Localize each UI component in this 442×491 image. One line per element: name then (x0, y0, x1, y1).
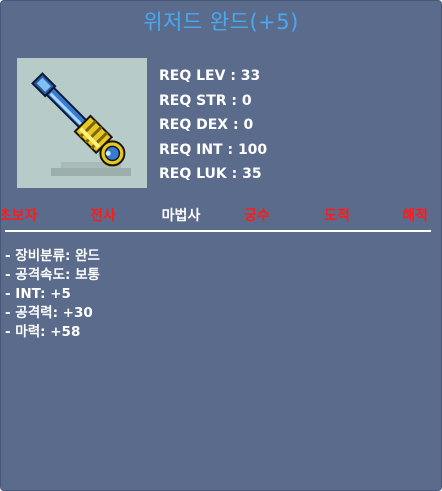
item-stats: - 장비분류: 완드 - 공격속도: 보통 - INT: +5 - 공격력: +… (5, 247, 100, 342)
wizard-wand-icon (31, 72, 131, 176)
job-list: 초보자 전사 마법사 궁수 도적 해적 (1, 205, 441, 225)
stat-attack-speed: - 공격속도: 보통 (5, 267, 100, 283)
stat-magic: - 마력: +58 (5, 324, 81, 340)
job-bowman: 궁수 (244, 208, 270, 224)
job-magician: 마법사 (161, 208, 201, 224)
job-beginner: 초보자 (0, 208, 38, 224)
item-icon-frame (17, 58, 147, 188)
req-str: REQ STR : 0 (159, 92, 252, 109)
job-warrior: 전사 (90, 208, 116, 224)
req-luk: REQ LUK : 35 (159, 166, 262, 182)
requirements-list: REQ LEV : 33 REQ STR : 0 REQ DEX : 0 REQ… (159, 64, 267, 187)
stat-category: - 장비분류: 완드 (5, 248, 100, 264)
stat-attack: - 공격력: +30 (5, 305, 93, 321)
divider (5, 230, 431, 232)
req-int: REQ INT : 100 (159, 141, 268, 158)
item-title: 위저드 완드(+5) (143, 10, 299, 34)
stat-int: - INT: +5 (5, 286, 71, 302)
req-dex: REQ DEX : 0 (159, 117, 254, 133)
job-pirate: 해적 (402, 208, 428, 224)
item-tooltip: 위저드 완드(+5) REQ LEV: 33 REQ STR: 0 REQ … (0, 0, 442, 491)
job-thief: 도적 (324, 208, 350, 224)
req-level: REQ LEV : 33 (159, 68, 261, 84)
